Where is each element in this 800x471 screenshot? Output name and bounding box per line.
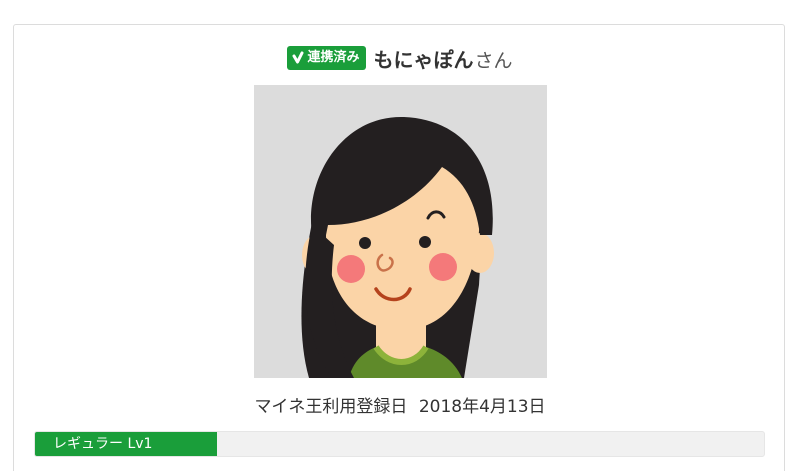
profile-name-row: 連携済み もにゃぽんさん [0,44,800,72]
level-label: レギュラー Lv1 [53,436,153,452]
page: 連携済み もにゃぽんさん マイネ王利用登録日 2018年4月13日 レギュラー … [0,0,800,471]
avatar-illustration [254,85,547,378]
username[interactable]: もにゃぽんさん [374,44,513,73]
avatar [254,85,547,378]
username-text[interactable]: もにゃぽん [374,48,474,72]
registration-date: 2018年4月13日 [418,397,546,417]
linked-badge-label: 連携済み [307,50,360,65]
linked-badge: 連携済み [287,46,366,70]
username-honorific: さん [474,49,513,72]
level-progress-bar: レギュラー Lv1 [34,431,765,457]
registration-date-row: マイネ王利用登録日 2018年4月13日 [0,392,800,417]
partial-icon [163,465,189,471]
registration-label: マイネ王利用登録日 [254,397,408,417]
check-leaf-icon [292,51,304,64]
